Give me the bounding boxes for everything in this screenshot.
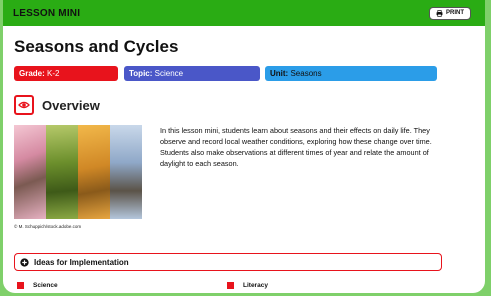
ideas-item-label: Literacy xyxy=(243,282,268,289)
seasons-tree-image xyxy=(14,125,142,219)
overview-text: In this lesson mini, students learn abou… xyxy=(160,126,432,168)
unit-value: Seasons xyxy=(290,69,322,78)
lesson-card: LESSON MINI PRINT Seasons and Cycles Gra… xyxy=(3,0,485,293)
print-button[interactable]: PRINT xyxy=(429,6,471,20)
grade-badge: Grade: K-2 xyxy=(14,66,118,81)
autumn-panel xyxy=(78,125,110,219)
ideas-item-literacy[interactable]: Literacy xyxy=(227,282,268,289)
topic-badge[interactable]: Topic: Science xyxy=(124,66,260,81)
unit-badge[interactable]: Unit: Seasons xyxy=(265,66,437,81)
ideas-item-science[interactable]: Science xyxy=(17,282,58,289)
topic-label: Topic: xyxy=(129,69,153,78)
spring-panel xyxy=(14,125,46,219)
image-credit: © M. Schuppich/stock.adobe.com xyxy=(14,224,82,229)
grade-value: K-2 xyxy=(47,69,60,78)
ideas-for-implementation-toggle[interactable]: Ideas for Implementation xyxy=(14,253,442,271)
lesson-type-label: LESSON MINI xyxy=(13,7,81,19)
overview-heading: Overview xyxy=(42,97,100,113)
printer-icon xyxy=(436,9,443,17)
plus-circle-icon xyxy=(20,257,29,267)
print-label: PRINT xyxy=(446,10,464,16)
summer-panel xyxy=(46,125,78,219)
overview-header: Overview xyxy=(14,95,100,115)
grade-label: Grade: xyxy=(19,69,45,78)
unit-label: Unit: xyxy=(270,69,289,78)
page-title: Seasons and Cycles xyxy=(14,37,179,56)
top-bar: LESSON MINI PRINT xyxy=(3,0,485,26)
ideas-item-label: Science xyxy=(33,282,58,289)
topic-value: Science xyxy=(154,69,184,78)
bullet-square-icon xyxy=(17,282,24,289)
ideas-label: Ideas for Implementation xyxy=(34,257,129,267)
bullet-square-icon xyxy=(227,282,234,289)
winter-panel xyxy=(110,125,142,219)
eye-icon xyxy=(14,95,34,115)
